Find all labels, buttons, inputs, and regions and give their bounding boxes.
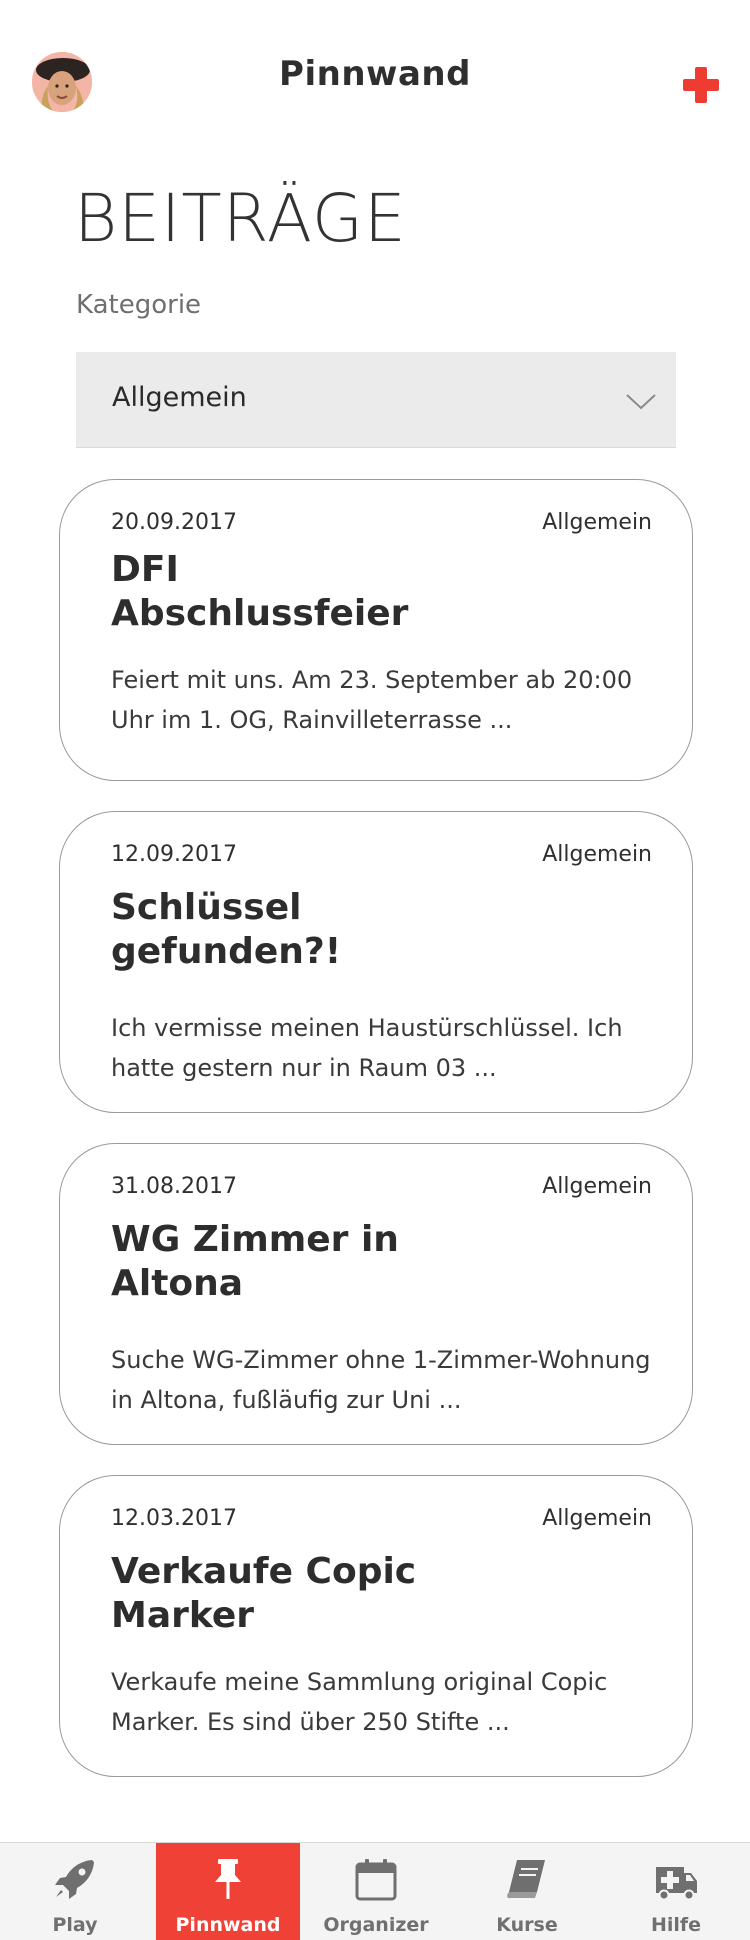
post-excerpt: Feiert mit uns. Am 23. September ab 20:0… bbox=[111, 666, 633, 734]
book-icon bbox=[507, 1860, 545, 1898]
tab-label: Kurse bbox=[496, 1914, 558, 1936]
ambulance-icon bbox=[656, 1867, 697, 1901]
category-select-value: Allgemein bbox=[112, 382, 247, 413]
post-title: Verkaufe Copic Marker bbox=[111, 1551, 417, 1636]
post-date: 12.09.2017 bbox=[111, 842, 237, 867]
post-excerpt: Ich vermisse meinen Haustürschlüssel. Ic… bbox=[111, 1014, 623, 1082]
page-title: BEITRÄGE bbox=[74, 180, 407, 257]
post-excerpt: Suche WG-Zimmer ohne 1-Zimmer-Wohnung in… bbox=[111, 1346, 651, 1414]
tab-hilfe[interactable]: Hilfe bbox=[602, 1843, 750, 1940]
tab-play[interactable]: Play bbox=[0, 1843, 150, 1940]
tab-label: Hilfe bbox=[650, 1914, 702, 1936]
post-category: Allgemein bbox=[542, 842, 652, 867]
category-select[interactable]: Allgemein bbox=[76, 352, 676, 448]
bottom-tab-bar: Play Pinnwand Organizer Kurse Hilfe bbox=[0, 1842, 750, 1940]
plus-icon bbox=[683, 67, 719, 103]
tab-pinnwand[interactable]: Pinnwand bbox=[156, 1843, 300, 1940]
header-title: Pinnwand bbox=[279, 54, 471, 94]
post-date: 31.08.2017 bbox=[111, 1174, 237, 1199]
post-category: Allgemein bbox=[542, 510, 652, 535]
add-post-button[interactable] bbox=[680, 64, 722, 106]
post-category: Allgemein bbox=[542, 1174, 652, 1199]
post-category: Allgemein bbox=[542, 1506, 652, 1531]
rocket-icon bbox=[55, 1860, 94, 1899]
post-date: 20.09.2017 bbox=[111, 510, 237, 535]
calendar-icon bbox=[355, 1859, 397, 1901]
tab-label: Play bbox=[52, 1914, 98, 1936]
post-card[interactable]: 31.08.2017 Allgemein WG Zimmer in Altona… bbox=[59, 1143, 693, 1445]
post-card[interactable]: 20.09.2017 Allgemein DFI Abschlussfeier … bbox=[59, 479, 693, 781]
chevron-down-icon bbox=[626, 394, 656, 410]
post-excerpt: Verkaufe meine Sammlung original Copic M… bbox=[111, 1668, 608, 1736]
tab-kurse[interactable]: Kurse bbox=[452, 1843, 602, 1940]
tab-label: Pinnwand bbox=[175, 1914, 281, 1936]
post-title: WG Zimmer in Altona bbox=[111, 1219, 399, 1304]
post-card[interactable]: 12.03.2017 Allgemein Verkaufe Copic Mark… bbox=[59, 1475, 693, 1777]
category-label: Kategorie bbox=[76, 290, 202, 320]
tab-organizer[interactable]: Organizer bbox=[300, 1843, 452, 1940]
post-date: 12.03.2017 bbox=[111, 1506, 237, 1531]
post-title: Schlüssel gefunden?! bbox=[111, 887, 342, 972]
post-title: DFI Abschlussfeier bbox=[111, 549, 409, 634]
tab-label: Organizer bbox=[323, 1914, 429, 1936]
app-header: Pinnwand bbox=[0, 0, 750, 160]
post-card[interactable]: 12.09.2017 Allgemein Schlüssel gefunden?… bbox=[59, 811, 693, 1113]
pin-icon bbox=[215, 1859, 241, 1899]
